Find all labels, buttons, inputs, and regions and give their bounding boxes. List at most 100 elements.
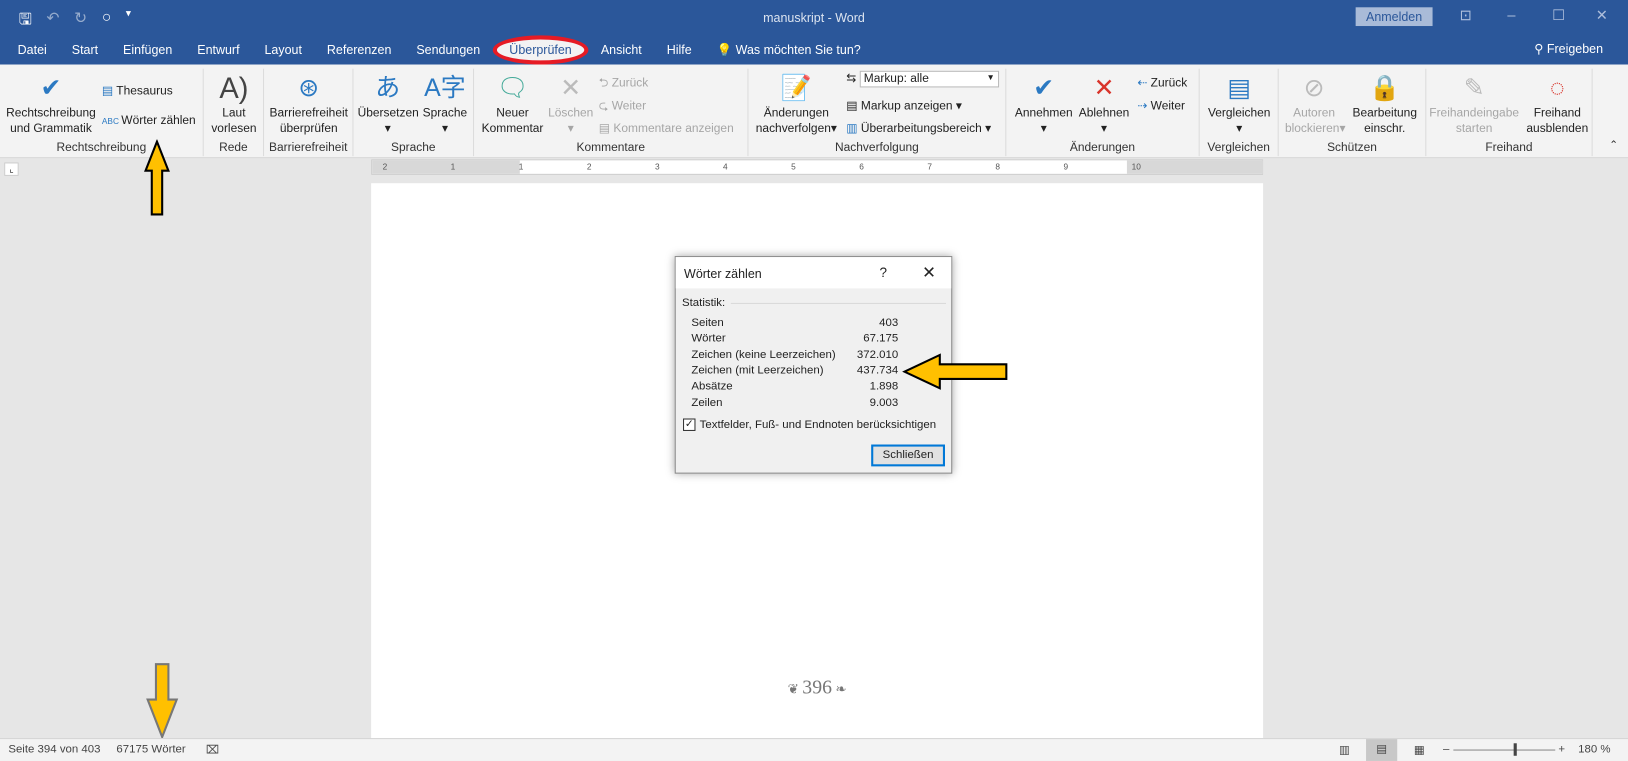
restrict-editing-button[interactable]: 🔒 Bearbeitung einschr. bbox=[1347, 71, 1422, 138]
spelling-button[interactable]: ✔ Rechtschreibung und Grammatik bbox=[4, 71, 98, 138]
thesaurus-button[interactable]: ▤ Thesaurus bbox=[101, 83, 173, 98]
stat-row: Zeilen 9.003 bbox=[691, 396, 898, 408]
tab-sendungen[interactable]: Sendungen bbox=[404, 40, 493, 65]
group-sprache: あ Übersetzen ▾ A字 Sprache ▾ Sprache bbox=[353, 68, 475, 157]
tab-einfügen[interactable]: Einfügen bbox=[111, 40, 185, 65]
title-bar: 🖫 ↶ ↻ ○ ▾ manuskript - Word Anmelden ⊡ –… bbox=[0, 0, 1628, 65]
translate-icon: あ bbox=[375, 73, 401, 103]
collapse-ribbon-icon[interactable]: ⌃ bbox=[1609, 139, 1618, 150]
book-icon: ▤ bbox=[101, 85, 117, 98]
stat-label: Zeichen (keine Leerzeichen) bbox=[691, 348, 836, 361]
tab-layout[interactable]: Layout bbox=[252, 40, 314, 65]
translate-button[interactable]: あ Übersetzen ▾ bbox=[358, 71, 419, 138]
include-textboxes-checkbox[interactable]: ✓ Textfelder, Fuß- und Endnoten berücksic… bbox=[683, 418, 936, 431]
language-icon: A字 bbox=[424, 73, 466, 103]
show-comments-button[interactable]: ▤ Kommentare anzeigen bbox=[599, 121, 734, 135]
next-comment-icon: ⮎ bbox=[598, 99, 612, 113]
stat-value: 1.898 bbox=[869, 380, 899, 393]
page-indicator[interactable]: Seite 394 von 403 bbox=[8, 743, 100, 755]
tab-stop-selector[interactable]: ⌞ bbox=[4, 162, 19, 176]
zoom-slider[interactable] bbox=[1453, 749, 1556, 751]
markup-select[interactable]: ⇆ Markup: alle ▼ bbox=[846, 70, 999, 88]
show-markup-button[interactable]: ▤ Markup anzeigen ▾ bbox=[846, 98, 962, 113]
read-aloud-icon: A) bbox=[219, 71, 249, 105]
compare-button[interactable]: ▤ Vergleichen ▾ bbox=[1200, 71, 1279, 138]
group-schuetzen: ⊘ Autoren blockieren▾ 🔒 Bearbeitung einschr.… bbox=[1279, 68, 1427, 157]
read-aloud-button[interactable]: A) Laut vorlesen bbox=[204, 71, 264, 138]
ruler-tick: 9 bbox=[1063, 162, 1069, 172]
stat-label: Absätze bbox=[691, 380, 733, 393]
close-icon[interactable]: ✕ bbox=[1596, 6, 1608, 24]
zoom-level[interactable]: 180 % bbox=[1578, 743, 1610, 755]
horizontal-ruler[interactable]: 2 1 1 2 3 4 5 6 7 8 9 10 bbox=[371, 159, 1264, 175]
tab-hilfe[interactable]: Hilfe bbox=[654, 40, 704, 65]
ruler-tick: 4 bbox=[723, 162, 728, 172]
stat-value: 9.003 bbox=[869, 396, 899, 409]
tab-datei[interactable]: Datei bbox=[5, 40, 59, 65]
close-button[interactable]: Schließen bbox=[871, 444, 945, 467]
zoom-slider-thumb[interactable] bbox=[1513, 743, 1517, 756]
reject-button[interactable]: ✕ Ablehnen ▾ bbox=[1075, 71, 1133, 138]
word-count-indicator[interactable]: 67175 Wörter bbox=[116, 743, 185, 755]
word-count-button[interactable]: ABC Wörter zählen bbox=[102, 115, 196, 127]
pen-icon: ✎ bbox=[1463, 73, 1485, 103]
stat-value: 372.010 bbox=[856, 348, 899, 361]
stat-value: 67.175 bbox=[863, 332, 899, 345]
group-vergleichen: ▤ Vergleichen ▾ Vergleichen bbox=[1200, 68, 1279, 157]
tab-start[interactable]: Start bbox=[59, 40, 110, 65]
markup-icon: ⇆ bbox=[846, 72, 860, 86]
prev-comment-button[interactable]: ⮌ Zurück bbox=[599, 75, 648, 95]
language-button[interactable]: A字 Sprache ▾ bbox=[420, 71, 470, 138]
reviewing-pane-button[interactable]: ▥ Überarbeitungsbereich ▾ bbox=[846, 121, 991, 135]
next-comment-button[interactable]: ⮎ Weiter bbox=[599, 98, 646, 118]
tab-referenzen[interactable]: Referenzen bbox=[314, 40, 403, 65]
zoom-in-icon[interactable]: + bbox=[1558, 743, 1565, 755]
accept-button[interactable]: ✔ Annehmen ▾ bbox=[1013, 71, 1075, 138]
read-mode-icon[interactable]: ▥ bbox=[1339, 743, 1350, 756]
track-changes-button[interactable]: 📝 Änderungen nachverfolgen▾ bbox=[753, 71, 840, 138]
vertical-scrollbar[interactable] bbox=[1609, 174, 1628, 739]
web-layout-icon[interactable]: ▦ bbox=[1414, 743, 1425, 756]
tab-entwurf[interactable]: Entwurf bbox=[185, 40, 252, 65]
lightbulb-icon: 💡 bbox=[716, 42, 733, 58]
maximize-icon[interactable]: ☐ bbox=[1552, 6, 1565, 24]
hide-ink-button[interactable]: ◌ Freihand ausblenden bbox=[1524, 71, 1591, 138]
delete-comment-button[interactable]: ✕ Löschen ▾ bbox=[547, 71, 595, 138]
ribbon-display-icon[interactable]: ⊡ bbox=[1460, 6, 1472, 24]
stat-row: Seiten 403 bbox=[691, 316, 898, 328]
page-number: ❦ 396 ❧ bbox=[787, 676, 847, 699]
accept-icon: ✔ bbox=[1033, 73, 1055, 103]
new-comment-button[interactable]: 🗨 Neuer Kommentar bbox=[478, 71, 547, 138]
stat-row: Wörter 67.175 bbox=[691, 332, 898, 344]
annotation-arrow-up bbox=[144, 139, 170, 216]
chevron-down-icon: ▼ bbox=[986, 72, 995, 83]
stat-row: Zeichen (keine Leerzeichen) 372.010 bbox=[691, 348, 898, 360]
accessibility-button[interactable]: ⊛ Barrierefreiheit überprüfen bbox=[264, 71, 353, 138]
next-change-button[interactable]: ⇢ Weiter bbox=[1137, 98, 1185, 112]
tell-me-search[interactable]: 💡 Was möchten Sie tun? bbox=[704, 40, 873, 65]
start-inking-button[interactable]: ✎ Freihandeingabe starten bbox=[1428, 71, 1519, 138]
prev-change-button[interactable]: ⇠ Zurück bbox=[1137, 75, 1187, 89]
group-barriere: ⊛ Barrierefreiheit überprüfen Barrierefrei… bbox=[264, 68, 354, 157]
help-button[interactable]: ? bbox=[880, 264, 888, 280]
person-icon: ⚲ bbox=[1534, 41, 1547, 57]
tab-ansicht[interactable]: Ansicht bbox=[588, 40, 654, 65]
ruler-tick: 8 bbox=[995, 162, 1001, 172]
minimize-icon[interactable]: – bbox=[1507, 6, 1515, 23]
block-authors-button[interactable]: ⊘ Autoren blockieren▾ bbox=[1285, 71, 1346, 138]
ruler-tick: 5 bbox=[791, 162, 796, 172]
signin-button[interactable]: Anmelden bbox=[1355, 7, 1433, 27]
share-button[interactable]: ⚲ Freigeben bbox=[1534, 42, 1603, 57]
checkmark-icon: ✓ bbox=[683, 418, 696, 431]
proofing-icon[interactable]: ⌧ bbox=[206, 743, 219, 756]
tab-überprüfen[interactable]: Überprüfen bbox=[492, 35, 589, 65]
show-markup-icon: ▤ bbox=[846, 99, 861, 113]
group-kommentare: 🗨 Neuer Kommentar ✕ Löschen ▾ ⮌ Zurück ⮎ Wei… bbox=[474, 68, 749, 157]
status-bar: Seite 394 von 403 67175 Wörter ⌧ ▥ ▤ ▦ –… bbox=[0, 738, 1628, 761]
print-layout-icon[interactable]: ▤ bbox=[1366, 739, 1398, 761]
ruler-tick: 3 bbox=[654, 162, 660, 172]
zoom-out-icon[interactable]: – bbox=[1443, 743, 1449, 755]
ruler-tick: 1 bbox=[518, 162, 524, 172]
dialog-close-icon[interactable]: ✕ bbox=[922, 262, 936, 283]
ruler-tick: 10 bbox=[1131, 162, 1141, 172]
